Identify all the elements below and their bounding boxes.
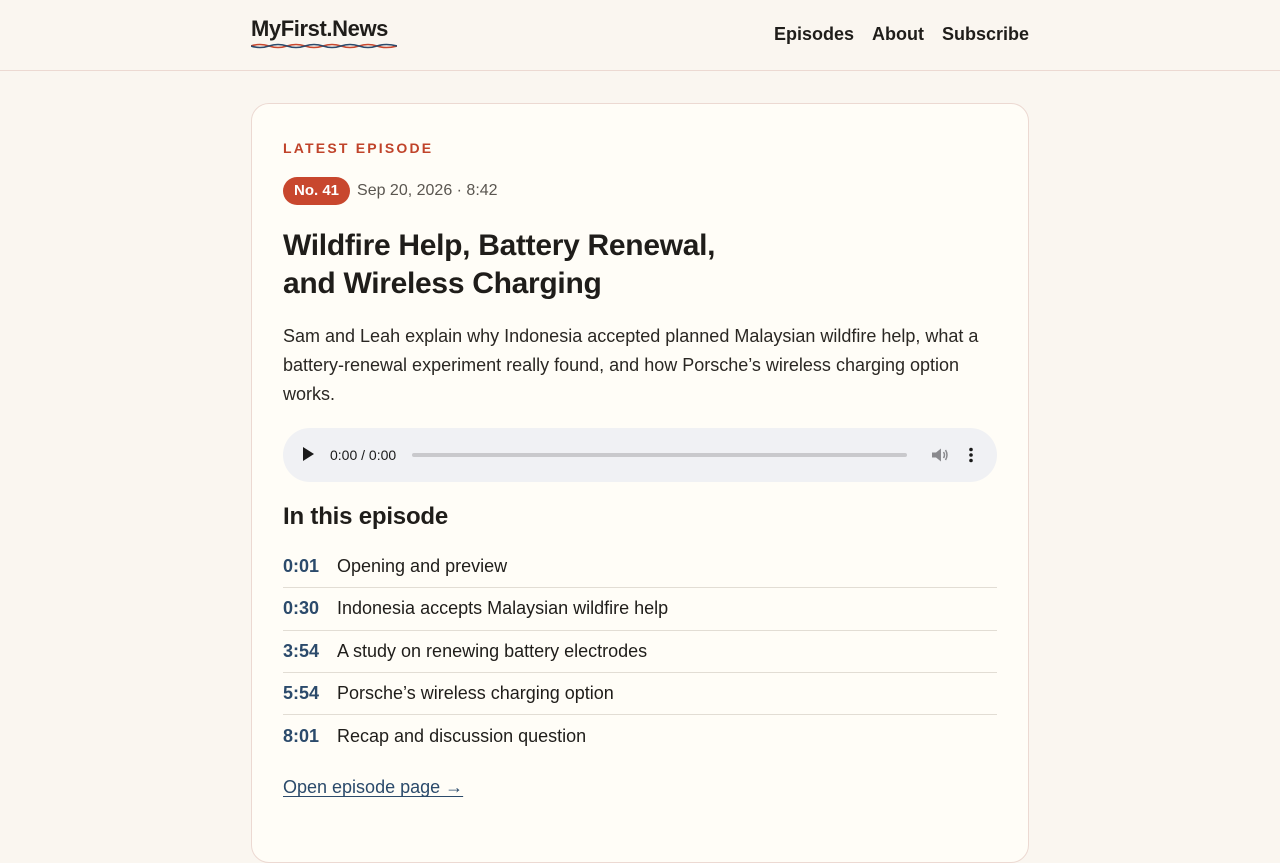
chapter-timestamp[interactable]: 8:01 bbox=[283, 726, 337, 747]
chapter-item: 8:01 Recap and discussion question bbox=[283, 715, 997, 757]
chapter-label: Indonesia accepts Malaysian wildfire hel… bbox=[337, 598, 669, 619]
logo-text: MyFirst.News bbox=[251, 16, 389, 41]
chapter-timestamp[interactable]: 5:54 bbox=[283, 683, 337, 704]
chapter-timestamp[interactable]: 0:01 bbox=[283, 556, 337, 577]
volume-icon[interactable] bbox=[931, 447, 949, 463]
play-icon[interactable] bbox=[303, 447, 314, 461]
player-time: 0:00 / 0:00 bbox=[330, 447, 397, 463]
site-logo[interactable]: MyFirst.News bbox=[251, 16, 397, 49]
chapter-item: 0:01 Opening and preview bbox=[283, 546, 997, 589]
open-episode-link[interactable]: Open episode page → bbox=[283, 777, 463, 798]
latest-episode-card: LATEST EPISODE No. 41 Sep 20, 2026 · 8:4… bbox=[251, 103, 1029, 863]
chapter-label: Opening and preview bbox=[337, 556, 508, 577]
main-nav: Episodes About Subscribe bbox=[774, 22, 1029, 46]
player-progress-track[interactable] bbox=[412, 453, 907, 457]
episode-meta: No. 41 Sep 20, 2026 · 8:42 bbox=[283, 177, 997, 205]
chapter-label: Recap and discussion question bbox=[337, 725, 587, 746]
chapter-item: 3:54 A study on renewing battery electro… bbox=[283, 631, 997, 673]
chapter-list: 0:01 Opening and preview 0:30 Indonesia … bbox=[283, 546, 997, 757]
chapter-timestamp[interactable]: 3:54 bbox=[283, 641, 337, 662]
chapter-timestamp[interactable]: 0:30 bbox=[283, 598, 337, 619]
chapter-label: Porsche’s wireless charging option bbox=[337, 683, 614, 704]
chapter-item: 0:30 Indonesia accepts Malaysian wildfir… bbox=[283, 588, 997, 631]
nav-about[interactable]: About bbox=[872, 22, 924, 46]
eyebrow-label: LATEST EPISODE bbox=[283, 140, 434, 156]
chapter-item: 5:54 Porsche’s wireless charging option bbox=[283, 673, 997, 716]
episode-title: Wildfire Help, Battery Renewal, and Wire… bbox=[283, 229, 716, 300]
episode-description: Sam and Leah explain why Indonesia accep… bbox=[283, 326, 979, 404]
episode-number-badge: No. 41 bbox=[283, 177, 351, 205]
more-vertical-icon[interactable] bbox=[967, 447, 975, 463]
chapters-heading: In this episode bbox=[283, 503, 449, 530]
nav-subscribe[interactable]: Subscribe bbox=[942, 22, 1029, 46]
audio-player: 0:00 / 0:00 bbox=[283, 428, 997, 482]
chapter-label: A study on renewing battery electrodes bbox=[337, 640, 648, 661]
site-header: MyFirst.News Episodes About Subscribe bbox=[0, 0, 1280, 71]
episode-date-duration: Sep 20, 2026 · 8:42 bbox=[357, 182, 498, 199]
nav-episodes[interactable]: Episodes bbox=[774, 22, 854, 46]
logo-wave-icon bbox=[251, 43, 397, 49]
